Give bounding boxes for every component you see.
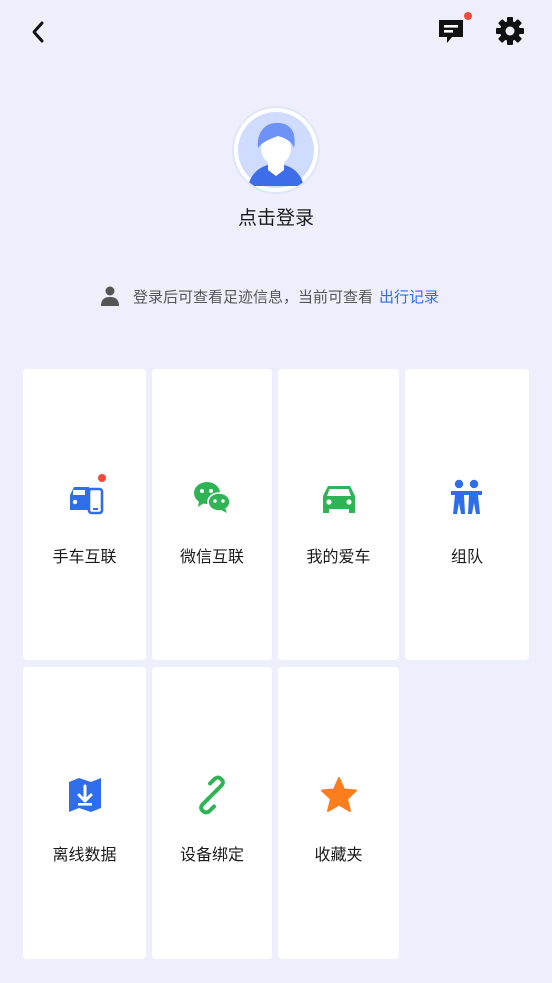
- tile-favorites[interactable]: 收藏夹: [278, 667, 399, 959]
- tile-label: 微信互联: [179, 547, 244, 566]
- team-icon: [447, 477, 487, 517]
- user-avatar-icon: [238, 112, 314, 188]
- phone-car-badge: [97, 474, 106, 482]
- car-icon: [319, 477, 359, 517]
- travel-records-link[interactable]: 出行记录: [379, 286, 439, 307]
- person-icon: [101, 286, 119, 306]
- tile-my-car[interactable]: 我的爱车: [278, 369, 399, 660]
- tile-label: 收藏夹: [314, 845, 363, 864]
- top-bar: [0, 0, 552, 64]
- settings-button[interactable]: [494, 15, 526, 47]
- phone-car-icon: [65, 474, 106, 517]
- tile-device-binding[interactable]: 设备绑定: [152, 667, 272, 959]
- tile-label: 设备绑定: [179, 845, 244, 864]
- tile-offline-data[interactable]: 离线数据: [23, 667, 146, 959]
- login-label[interactable]: 点击登录: [0, 203, 552, 230]
- message-button[interactable]: [436, 12, 472, 46]
- message-icon: [439, 20, 463, 43]
- tile-label: 手车互联: [52, 547, 117, 566]
- tile-team[interactable]: 组队: [405, 369, 529, 660]
- hint-text: 登录后可查看足迹信息，当前可查看: [133, 287, 374, 306]
- chevron-left-icon: [32, 21, 44, 43]
- tile-label: 组队: [450, 547, 483, 566]
- message-badge: [464, 12, 472, 20]
- tile-phone-car[interactable]: 手车互联: [23, 369, 146, 660]
- offline-map-icon: [65, 775, 105, 815]
- tile-label: 我的爱车: [306, 547, 371, 566]
- link-icon: [192, 775, 232, 815]
- footprint-hint: 登录后可查看足迹信息，当前可查看 出行记录: [99, 283, 439, 309]
- gear-icon: [496, 17, 524, 45]
- avatar[interactable]: [234, 108, 318, 192]
- back-button[interactable]: [24, 18, 52, 46]
- tile-label: 离线数据: [52, 845, 117, 864]
- star-icon: [319, 775, 359, 815]
- tile-wechat[interactable]: 微信互联: [152, 369, 272, 660]
- wechat-icon: [192, 477, 232, 517]
